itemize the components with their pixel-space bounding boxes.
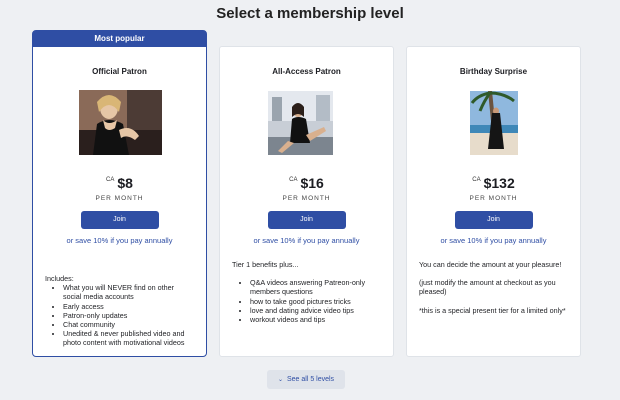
list-item: Chat community (63, 320, 194, 329)
list-item: Early access (63, 302, 194, 311)
benefits-intro: Includes: (45, 274, 74, 283)
price-amount: $8 (117, 175, 133, 191)
tier-name: Official Patron (92, 67, 147, 76)
join-button[interactable]: Join (267, 211, 346, 229)
tier-name: Birthday Surprise (459, 67, 528, 76)
list-item: how to take good pictures tricks (250, 297, 381, 306)
billing-period: PER MONTH (282, 195, 331, 202)
page-title: Select a membership level (216, 5, 404, 22)
tier-image (470, 91, 518, 155)
billing-period: PER MONTH (469, 195, 518, 202)
billing-period: PER MONTH (95, 195, 144, 202)
benefits-intro: Tier 1 benefits plus... (232, 260, 299, 269)
see-all-label: See all 5 levels (286, 376, 335, 383)
currency-label: CA (289, 177, 298, 183)
photo-image (470, 91, 518, 155)
list-item: love and dating advice video tips (250, 306, 381, 315)
description-paragraph: *this is a special present tier for a li… (419, 305, 566, 315)
list-item: Patron-only updates (63, 311, 194, 320)
benefits-list: What you will NEVER find on other social… (45, 283, 194, 347)
tier-card-birthday-surprise: Birthday Surprise CA $132 PER MONTH Join … (406, 46, 581, 357)
photo-image (79, 90, 162, 155)
price: CA $16 (220, 175, 393, 193)
list-item: What you will NEVER find on other social… (63, 283, 194, 301)
description-paragraph: (just modify the amount at checkout as y… (419, 278, 556, 297)
annual-savings-link[interactable]: or save 10% if you pay annually (33, 236, 206, 245)
annual-savings-link[interactable]: or save 10% if you pay annually (407, 236, 580, 245)
tier-card-all-access-patron: All-Access Patron CA $16 PER MONTH Join o… (219, 46, 394, 357)
tier-description: Includes: What you will NEVER find on ot… (45, 274, 194, 348)
photo-image (268, 91, 333, 155)
price: CA $132 (407, 175, 580, 193)
benefits-list: Q&A videos answering Patreon-only member… (232, 278, 381, 324)
chevron-down-icon: ⌄ (277, 377, 283, 383)
tier-description: You can decide the amount at your pleasu… (419, 260, 568, 324)
tier-description: Tier 1 benefits plus... Q&A videos answe… (232, 260, 381, 324)
list-item: workout videos and tips (250, 315, 381, 324)
tier-name: All-Access Patron (272, 67, 341, 76)
most-popular-badge: Most popular (33, 31, 206, 47)
price-amount: $132 (483, 175, 515, 191)
annual-savings-link[interactable]: or save 10% if you pay annually (220, 236, 393, 245)
join-button[interactable]: Join (454, 211, 533, 229)
list-item: Q&A videos answering Patreon-only member… (250, 278, 381, 296)
price: CA $8 (33, 175, 206, 193)
description-paragraph: You can decide the amount at your pleasu… (419, 260, 562, 269)
list-item: Unedited & never published video and pho… (63, 329, 194, 347)
tier-card-official-patron: Most popular Official Patron CA $8 PER MO… (32, 30, 207, 357)
join-button[interactable]: Join (80, 211, 159, 229)
tier-image (268, 91, 333, 155)
see-all-levels-button[interactable]: ⌄ See all 5 levels (267, 370, 345, 389)
currency-label: CA (106, 177, 115, 183)
tier-image (79, 90, 162, 155)
currency-label: CA (472, 177, 481, 183)
price-amount: $16 (300, 175, 324, 191)
